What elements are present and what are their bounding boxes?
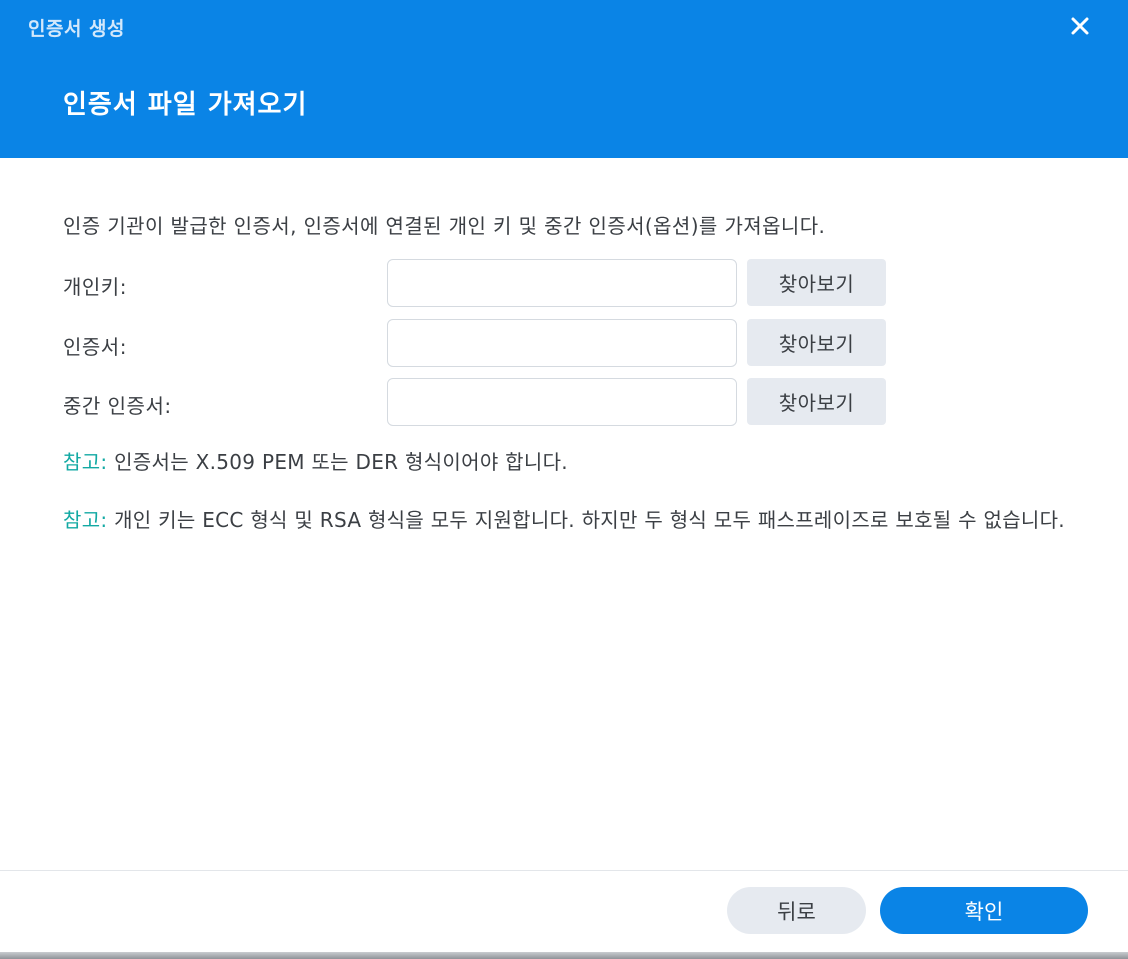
certificate-browse-button[interactable]: 찾아보기 — [747, 319, 886, 366]
note-prefix: 참고: — [63, 450, 108, 474]
footer-divider — [0, 870, 1128, 871]
dialog-header: 인증서 생성 인증서 파일 가져오기 — [0, 0, 1128, 158]
intermediate-certificate-label: 중간 인증서: — [63, 394, 172, 418]
private-key-input[interactable] — [387, 259, 737, 307]
format-note: 참고: 인증서는 X.509 PEM 또는 DER 형식이어야 합니다. — [63, 444, 1073, 480]
private-key-row: 개인키: 찾아보기 — [63, 259, 893, 307]
import-certificate-dialog: 인증서 생성 인증서 파일 가져오기 인증 기관이 발급한 인증서, 인증서에 … — [0, 0, 1128, 959]
intermediate-certificate-row: 중간 인증서: 찾아보기 — [63, 378, 893, 426]
close-button[interactable] — [1066, 12, 1096, 42]
intermediate-certificate-browse-button[interactable]: 찾아보기 — [747, 378, 886, 425]
page-title: 인증서 파일 가져오기 — [63, 90, 308, 120]
private-key-browse-button[interactable]: 찾아보기 — [747, 259, 886, 306]
certificate-label: 인증서: — [63, 335, 127, 359]
description-text: 인증 기관이 발급한 인증서, 인증서에 연결된 개인 키 및 중간 인증서(옵… — [63, 214, 826, 238]
close-icon — [1071, 17, 1089, 35]
back-button[interactable]: 뒤로 — [727, 887, 866, 934]
private-key-label: 개인키: — [63, 275, 127, 299]
note-text: 인증서는 X.509 PEM 또는 DER 형식이어야 합니다. — [107, 450, 568, 474]
confirm-button[interactable]: 확인 — [880, 887, 1088, 934]
note-prefix: 참고: — [63, 508, 108, 532]
private-key-note: 참고: 개인 키는 ECC 형식 및 RSA 형식을 모두 지원합니다. 하지만… — [63, 502, 1073, 538]
window-title: 인증서 생성 — [28, 18, 126, 40]
certificate-input[interactable] — [387, 319, 737, 367]
note-text: 개인 키는 ECC 형식 및 RSA 형식을 모두 지원합니다. 하지만 두 형… — [107, 508, 1065, 532]
intermediate-certificate-input[interactable] — [387, 378, 737, 426]
certificate-row: 인증서: 찾아보기 — [63, 319, 893, 367]
window-bottom-edge — [0, 952, 1128, 959]
